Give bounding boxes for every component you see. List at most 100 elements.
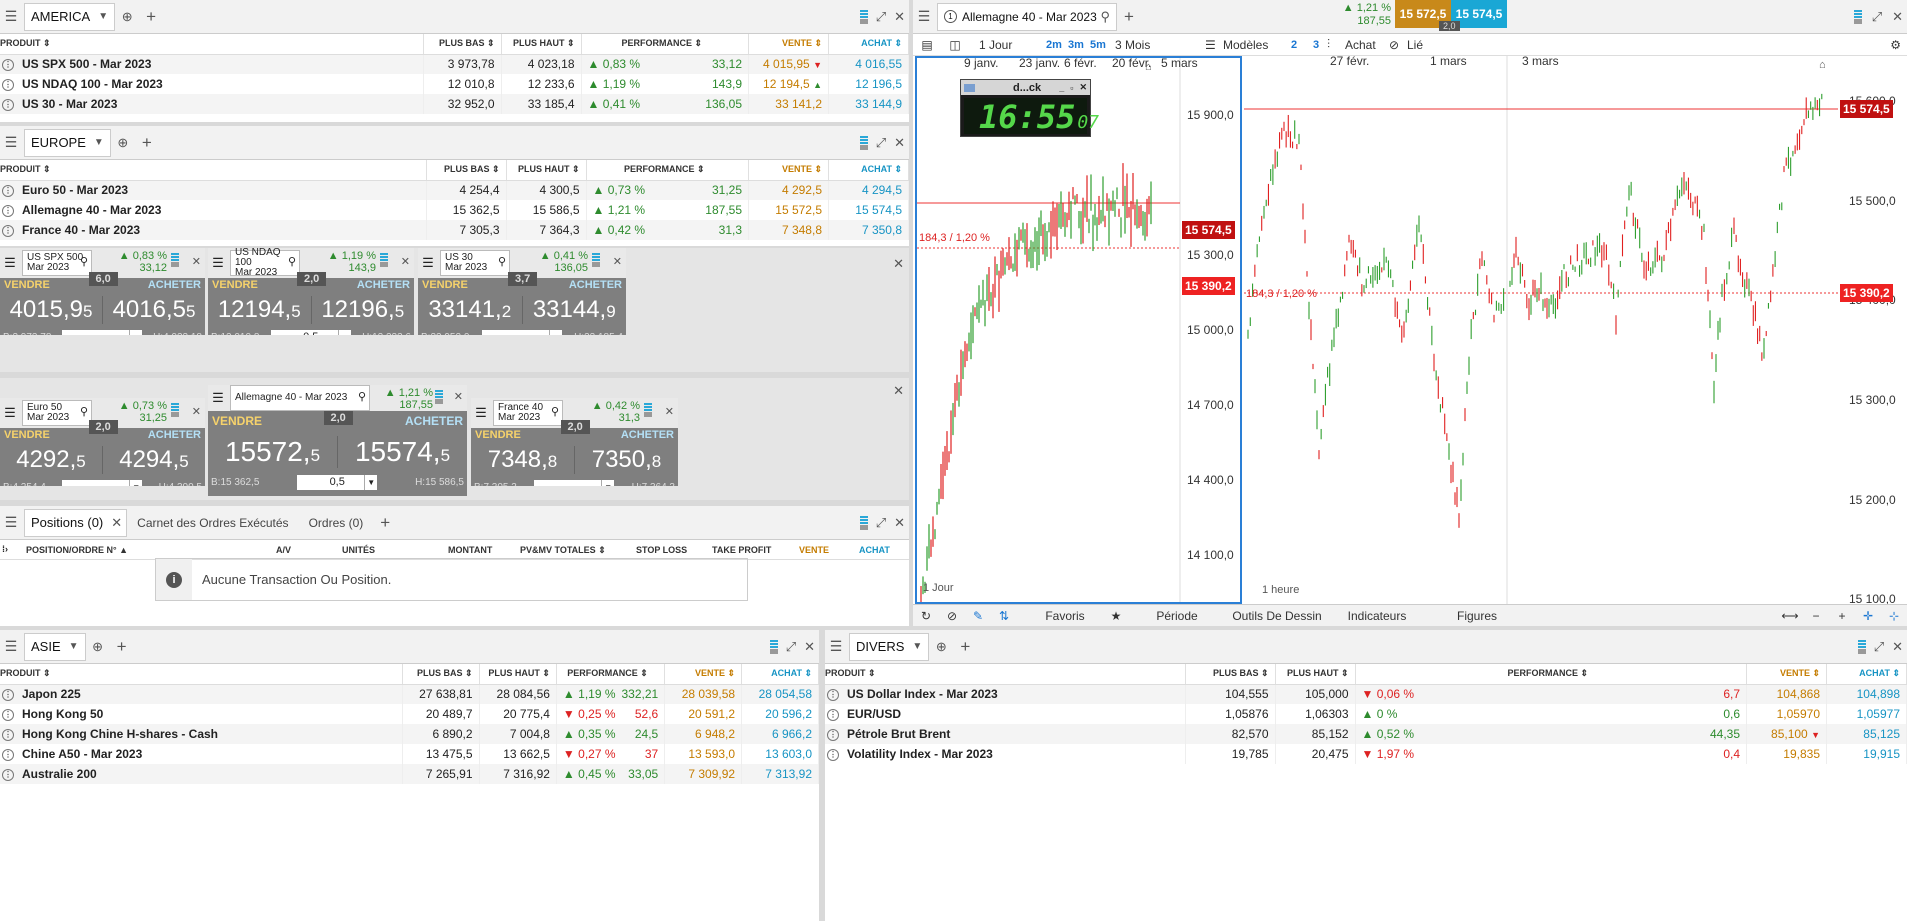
column-header[interactable]: PRODUIT ⇕ (825, 664, 1186, 685)
models-button[interactable]: Modèles (1223, 38, 1283, 52)
close-icon[interactable]: ✕ (665, 405, 674, 418)
settings-icon[interactable]: ⚙ (1890, 38, 1901, 52)
sell-price-button[interactable]: 33141,2 (418, 296, 523, 324)
menu-icon[interactable]: ☰ (208, 255, 228, 271)
expand-rows-icon[interactable]: ⁞› (2, 544, 8, 554)
menu-icon[interactable]: ☰ (0, 255, 20, 271)
zoom-icon[interactable]: ⊕ (929, 630, 953, 664)
column-header[interactable]: POSITION/ORDRE N° ▲ (26, 545, 128, 555)
column-header[interactable]: VENTE (799, 545, 829, 555)
sell-price-button[interactable]: 4015,95 (0, 296, 103, 324)
tile-instrument[interactable]: Euro 50 Mar 2023 ⚲ (22, 400, 92, 426)
column-header[interactable]: PERFORMANCE ⇕ (1355, 664, 1747, 685)
tile-instrument[interactable]: US 30 Mar 2023 ⚲ (440, 250, 510, 276)
info-icon[interactable]: ⋮ (827, 689, 839, 702)
instrument-selector[interactable]: 1 Allemagne 40 - Mar 2023 ⚲ (937, 2, 1117, 31)
buy-mode-button[interactable]: Achat (1345, 38, 1389, 52)
sell-price-button[interactable]: 15572,5 (208, 436, 338, 468)
daily-chart[interactable]: 9 janv. 23 janv. 6 févr. 20 févr. 5 mars 15 … (915, 56, 1242, 604)
column-header[interactable]: PLUS HAUT ⇕ (479, 664, 557, 685)
table-row[interactable]: ⋮ Volatility Index - Mar 2023 19,785 20,475… (825, 744, 1907, 764)
zoom-icon[interactable]: ⊕ (115, 0, 139, 34)
close-icon[interactable]: ✕ (1892, 639, 1903, 655)
info-icon[interactable]: ⋮ (2, 728, 14, 741)
buy-price-button[interactable]: 12196,5 (312, 296, 415, 324)
info-icon[interactable]: ⋮ (2, 708, 14, 721)
layout-icon[interactable] (171, 253, 179, 267)
column-header[interactable]: VENTE ⇕ (748, 34, 829, 55)
column-header[interactable]: PLUS HAUT ⇕ (506, 160, 587, 181)
layout-3[interactable]: 3 (1305, 39, 1327, 51)
buy-price-button[interactable]: 33144,9 (523, 296, 627, 324)
column-header[interactable]: ACHAT ⇕ (741, 664, 819, 685)
column-header[interactable]: PLUS HAUT ⇕ (501, 34, 582, 55)
column-header[interactable]: VENTE ⇕ (664, 664, 743, 685)
watchlist-selector[interactable]: EUROPE ▼ (24, 128, 111, 157)
column-header[interactable]: PLUS BAS ⇕ (402, 664, 480, 685)
column-header[interactable]: PERFORMANCE ⇕ (556, 664, 666, 685)
tab-orders[interactable]: Ordres (0) (299, 516, 374, 530)
sell-price-button[interactable]: 7348,8 (471, 446, 575, 474)
layout-icon[interactable] (1857, 640, 1866, 654)
buy-price-button[interactable]: 15574,5 (338, 436, 467, 468)
close-icon[interactable]: ✕ (613, 255, 622, 268)
expand-icon[interactable]: ⤢ (876, 9, 886, 25)
hourly-chart[interactable]: 27 févr.1 mars3 mars 15 600,015 500,015 … (1244, 54, 1907, 606)
column-header[interactable]: ACHAT ⇕ (828, 160, 909, 181)
column-header[interactable]: PRODUIT ⇕ (0, 664, 403, 685)
column-header[interactable]: PERFORMANCE ⇕ (581, 34, 749, 55)
layout-icon[interactable] (171, 403, 179, 417)
info-icon[interactable]: ⋮ (2, 689, 14, 702)
info-icon[interactable]: ⋮ (2, 768, 14, 781)
close-icon[interactable]: ✕ (804, 639, 815, 655)
column-header[interactable]: MONTANT (448, 545, 492, 555)
close-icon[interactable]: ✕ (401, 255, 410, 268)
layout-icon[interactable] (380, 253, 388, 267)
column-header[interactable]: PV&MV TOTALES ⇕ (520, 545, 606, 556)
watchlist-selector[interactable]: AMERICA ▼ (24, 2, 116, 31)
info-icon[interactable]: ⋮ (2, 224, 14, 237)
table-row[interactable]: ⋮ US Dollar Index - Mar 2023 104,555 105,00… (825, 684, 1907, 704)
table-row[interactable]: ⋮ US NDAQ 100 - Mar 2023 12 010,8 12 233,6 ▲… (0, 74, 909, 94)
quantity-selector[interactable]: -▼ (62, 479, 143, 486)
menu-icon[interactable]: ☰ (913, 0, 935, 34)
expand-icon[interactable]: ⤢ (786, 639, 796, 655)
menu-icon[interactable]: ☰ (0, 630, 22, 664)
figures-button[interactable]: Figures (1427, 609, 1527, 623)
search-icon[interactable]: ⚲ (80, 257, 88, 268)
period-button[interactable]: Période (1127, 609, 1227, 623)
quantity-selector[interactable]: -▼ (62, 329, 143, 335)
layout-icon[interactable] (859, 10, 868, 24)
add-tab-icon[interactable]: + (135, 126, 159, 160)
info-icon[interactable]: ⋮ (2, 98, 14, 111)
sell-price-button[interactable]: 4292,5 (0, 446, 103, 474)
close-icon[interactable]: ✕ (454, 390, 463, 403)
menu-icon[interactable]: ☰ (471, 405, 491, 421)
info-icon[interactable]: ⋮ (827, 708, 839, 721)
close-icon[interactable]: ✕ (893, 256, 904, 272)
close-icon[interactable]: ✕ (192, 405, 201, 418)
table-row[interactable]: ⋮ Hong Kong 50 20 489,7 20 775,4 ▼ 0,25 % 52,… (0, 704, 819, 724)
column-header[interactable]: PLUS BAS ⇕ (1185, 664, 1276, 685)
search-icon[interactable]: ⚲ (288, 257, 296, 268)
column-header[interactable]: PRODUIT ⇕ (0, 34, 424, 55)
table-row[interactable]: ⋮ Pétrole Brut Brent 82,570 85,152 ▲ 0,52 % 4… (825, 724, 1907, 744)
tile-instrument[interactable]: US SPX 500 Mar 2023 ⚲ (22, 250, 92, 276)
favorites-button[interactable]: Favoris (1025, 609, 1105, 623)
table-row[interactable]: ⋮ US SPX 500 - Mar 2023 3 973,78 4 023,18 ▲ … (0, 54, 909, 74)
layout-icon[interactable] (1853, 10, 1862, 24)
tile-instrument[interactable]: France 40 Mar 2023 ⚲ (493, 400, 563, 426)
close-icon[interactable]: ✕ (1892, 9, 1903, 25)
layout-2[interactable]: 2 (1283, 39, 1305, 51)
layout-icon[interactable] (769, 640, 778, 654)
tab-positions[interactable]: Positions (0) ✕ (24, 508, 128, 537)
add-tab-icon[interactable]: + (373, 506, 397, 540)
period-selector[interactable]: 1 Jour (969, 38, 1043, 52)
column-header[interactable]: UNITÉS (342, 545, 375, 555)
info-icon[interactable]: ⋮ (2, 204, 14, 217)
info-icon[interactable]: ⋮ (2, 78, 14, 91)
table-row[interactable]: ⋮ Chine A50 - Mar 2023 13 475,5 13 662,5 ▼ 0… (0, 744, 819, 764)
expand-icon[interactable]: ⤢ (1874, 639, 1884, 655)
menu-icon[interactable]: ☰ (0, 126, 22, 160)
scroll-marker-icon[interactable]: ⌂ (1145, 61, 1152, 73)
